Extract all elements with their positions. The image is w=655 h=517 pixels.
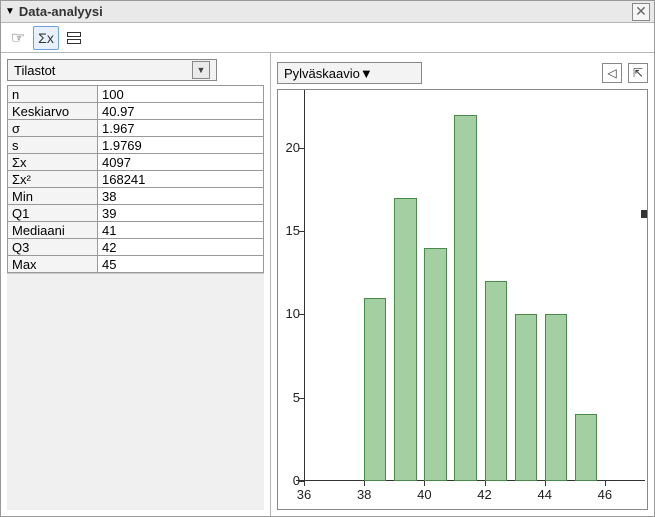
table-row: Keskiarvo40.97 (8, 103, 264, 120)
stack-icon (67, 32, 81, 44)
bar[interactable] (364, 298, 386, 481)
chart-type-dropdown[interactable]: Pylväskaavio ▼ (277, 62, 422, 84)
bar[interactable] (394, 198, 416, 481)
stat-value: 42 (98, 239, 264, 256)
x-tick-label: 46 (598, 487, 612, 502)
stat-name: Keskiarvo (8, 103, 98, 120)
y-tick-label: 20 (286, 140, 300, 155)
stat-name: Min (8, 188, 98, 205)
x-tick (485, 481, 486, 486)
stack-tool-button[interactable] (61, 26, 87, 50)
stat-value: 100 (98, 86, 264, 103)
triangle-left-icon: ◁ (607, 66, 616, 80)
x-tick-label: 42 (477, 487, 491, 502)
x-tick (304, 481, 305, 486)
table-row: Min38 (8, 188, 264, 205)
hand-icon (11, 28, 25, 48)
table-row: Max45 (8, 256, 264, 273)
stat-name: Σx (8, 154, 98, 171)
stats-type-dropdown[interactable]: Tilastot ▼ (7, 59, 217, 81)
y-tick (299, 314, 304, 315)
plot: 05101520363840424446 (304, 98, 635, 481)
popout-icon: ⇱ (633, 66, 643, 80)
stat-name: n (8, 86, 98, 103)
stat-name: Mediaani (8, 222, 98, 239)
sum-tool-button[interactable]: Σx (33, 26, 59, 50)
chart-area[interactable]: 05101520363840424446 (277, 89, 648, 510)
sigma-icon: Σx (38, 30, 54, 46)
dropdown-label: Tilastot (14, 63, 192, 78)
chevron-down-icon: ▼ (360, 66, 373, 81)
x-tick (364, 481, 365, 486)
stat-value: 39 (98, 205, 264, 222)
y-tick-label: 15 (286, 223, 300, 238)
stat-value: 45 (98, 256, 264, 273)
x-tick-label: 38 (357, 487, 371, 502)
hand-tool-button[interactable] (5, 26, 31, 50)
x-tick (545, 481, 546, 486)
stat-name: σ (8, 120, 98, 137)
x-tick-label: 36 (297, 487, 311, 502)
y-tick (299, 148, 304, 149)
stat-value: 1.9769 (98, 137, 264, 154)
table-row: σ1.967 (8, 120, 264, 137)
dropdown-label: Pylväskaavio (284, 66, 360, 81)
window-title: Data-analyysi (19, 4, 103, 19)
stats-pane: Tilastot ▼ n100Keskiarvo40.97σ1.967s1.97… (1, 53, 271, 516)
stat-name: Q3 (8, 239, 98, 256)
table-row: Σx4097 (8, 154, 264, 171)
y-tick (299, 231, 304, 232)
y-axis (304, 90, 305, 481)
stat-name: s (8, 137, 98, 154)
stats-pane-filler (7, 273, 264, 510)
table-row: Q139 (8, 205, 264, 222)
stat-value: 4097 (98, 154, 264, 171)
bar[interactable] (545, 314, 567, 481)
chart-header: Pylväskaavio ▼ ◁ ⇱ (277, 59, 648, 87)
stat-value: 168241 (98, 171, 264, 188)
titlebar: ▼ Data-analyysi ✕ (1, 1, 654, 23)
table-row: Mediaani41 (8, 222, 264, 239)
stats-table: n100Keskiarvo40.97σ1.967s1.9769Σx4097Σx²… (7, 85, 264, 273)
x-tick-label: 40 (417, 487, 431, 502)
x-tick-label: 44 (537, 487, 551, 502)
back-button[interactable]: ◁ (602, 63, 622, 83)
y-tick-label: 10 (286, 306, 300, 321)
chart-pane: Pylväskaavio ▼ ◁ ⇱ 05101520363840424446 (271, 53, 654, 516)
y-tick (299, 398, 304, 399)
toolbar: Σx (1, 23, 654, 53)
stat-value: 1.967 (98, 120, 264, 137)
table-row: s1.9769 (8, 137, 264, 154)
collapse-icon[interactable]: ▼ (5, 7, 15, 17)
x-tick (424, 481, 425, 486)
stat-value: 40.97 (98, 103, 264, 120)
close-icon: ✕ (635, 3, 647, 20)
table-row: Σx²168241 (8, 171, 264, 188)
chevron-down-icon: ▼ (192, 61, 210, 79)
stat-name: Max (8, 256, 98, 273)
bar[interactable] (515, 314, 537, 481)
table-row: Q342 (8, 239, 264, 256)
stat-value: 38 (98, 188, 264, 205)
bar[interactable] (575, 414, 597, 481)
bar[interactable] (454, 115, 476, 481)
bar[interactable] (424, 248, 446, 481)
bar[interactable] (485, 281, 507, 481)
close-button[interactable]: ✕ (632, 3, 650, 21)
stat-value: 41 (98, 222, 264, 239)
stat-name: Σx² (8, 171, 98, 188)
table-row: n100 (8, 86, 264, 103)
content: Tilastot ▼ n100Keskiarvo40.97σ1.967s1.97… (1, 53, 654, 516)
stat-name: Q1 (8, 205, 98, 222)
popout-button[interactable]: ⇱ (628, 63, 648, 83)
scroll-indicator[interactable] (641, 210, 647, 218)
x-tick (605, 481, 606, 486)
